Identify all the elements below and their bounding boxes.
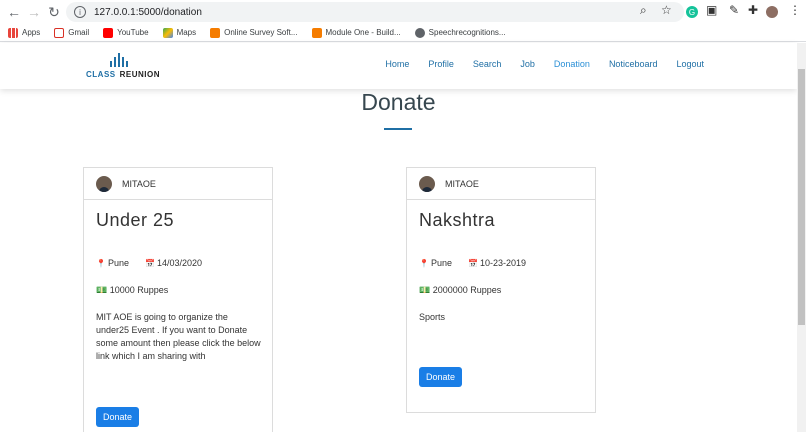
logo-text: CLASS REUNION (86, 70, 161, 79)
menu-icon[interactable]: ⋮ (789, 3, 801, 17)
avatar (419, 175, 435, 192)
extension-icon[interactable]: ✎ (729, 3, 739, 17)
card-header: MITAOE (84, 168, 272, 200)
youtube-icon (103, 27, 114, 38)
card-location: Pune (107, 258, 129, 268)
card-date: 14/03/2020 (156, 258, 203, 268)
gmail-icon (54, 27, 65, 38)
card-header: MITAOE (407, 168, 595, 200)
card-amount: 💵 2000000 Ruppes (419, 285, 502, 295)
reload-icon[interactable]: ↻ (44, 2, 64, 22)
donation-card: MITAOE Nakshtra 📍 Pune 📅 10-23-2019 💵 2000… (406, 167, 596, 413)
address-bar[interactable]: i 127.0.0.1:5000/donation (66, 2, 684, 22)
card-date: 10-23-2019 (479, 258, 527, 268)
survey-icon (210, 27, 221, 38)
nav-search[interactable]: Search (473, 59, 502, 69)
bookmark-survey[interactable]: Online Survey Soft... (210, 27, 298, 38)
apps-icon (8, 27, 18, 38)
donate-button[interactable]: Donate (96, 407, 140, 427)
puzzle-icon[interactable]: ✚ (748, 3, 758, 17)
star-icon[interactable]: ☆ (661, 3, 672, 17)
card-user: MITAOE (122, 178, 156, 189)
card-title: Under 25 (96, 210, 175, 230)
browser-toolbar: ← → ↻ i 127.0.0.1:5000/donation ⌕ ☆ G ▣ … (0, 0, 806, 24)
card-description: MIT AOE is going to organize the under25… (96, 312, 261, 361)
globe-icon (414, 27, 425, 38)
nav-home[interactable]: Home (385, 59, 409, 69)
module-icon (311, 27, 322, 38)
donate-button[interactable]: Donate (419, 367, 463, 387)
page-scrollbar[interactable] (797, 43, 806, 432)
card-location: Pune (430, 258, 452, 268)
calendar-icon: 📅 (468, 259, 478, 268)
map-marker-icon: 📍 (419, 259, 429, 268)
card-meta: 📍 Pune 📅 14/03/2020 (96, 258, 202, 268)
avatar (96, 175, 112, 192)
bookmark-module-one[interactable]: Module One - Build... (311, 27, 401, 38)
bookmark-speech[interactable]: Speechrecognitions... (414, 27, 506, 38)
info-icon[interactable]: i (74, 6, 86, 18)
profile-avatar[interactable] (766, 6, 778, 18)
bookmark-maps[interactable]: Maps (162, 27, 196, 38)
camera-icon[interactable]: ▣ (706, 3, 717, 17)
nav-job[interactable]: Job (520, 59, 535, 69)
card-title: Nakshtra (419, 210, 496, 230)
card-user: MITAOE (445, 178, 479, 189)
logo-mark-icon (110, 53, 130, 67)
map-marker-icon: 📍 (96, 259, 106, 268)
bookmark-apps[interactable]: Apps (8, 27, 40, 38)
grammarly-icon[interactable]: G (686, 6, 698, 18)
bookmarks-bar: Apps Gmail YouTube Maps Online Survey So… (0, 24, 806, 42)
nav-donation[interactable]: Donation (554, 59, 590, 69)
bookmark-gmail[interactable]: Gmail (54, 27, 89, 38)
site-navbar: CLASS REUNION Home Profile Search Job Don… (0, 43, 797, 89)
card-amount: 💵 10000 Ruppes (96, 285, 169, 295)
money-icon: 💵 (96, 285, 108, 295)
site-logo[interactable]: CLASS REUNION (86, 53, 176, 83)
card-description: Sports (419, 312, 446, 322)
back-icon[interactable]: ← (4, 2, 24, 22)
forward-icon[interactable]: → (24, 2, 44, 22)
card-meta: 📍 Pune 📅 10-23-2019 (419, 258, 526, 268)
calendar-icon: 📅 (145, 259, 155, 268)
title-underline (384, 128, 412, 130)
page-title: Donate (361, 89, 436, 115)
bookmark-youtube[interactable]: YouTube (103, 27, 149, 38)
scroll-thumb[interactable] (798, 69, 805, 325)
maps-icon (162, 27, 173, 38)
donation-card: MITAOE Under 25 📍 Pune 📅 14/03/2020 💵 1000… (83, 167, 273, 432)
nav-profile[interactable]: Profile (428, 59, 454, 69)
url-text: 127.0.0.1:5000/donation (94, 6, 202, 18)
zoom-icon[interactable]: ⌕ (640, 3, 647, 18)
nav-logout[interactable]: Logout (676, 59, 704, 69)
money-icon: 💵 (419, 285, 431, 295)
nav-noticeboard[interactable]: Noticeboard (609, 59, 658, 69)
main-menu: Home Profile Search Job Donation Noticeb… (385, 59, 704, 69)
